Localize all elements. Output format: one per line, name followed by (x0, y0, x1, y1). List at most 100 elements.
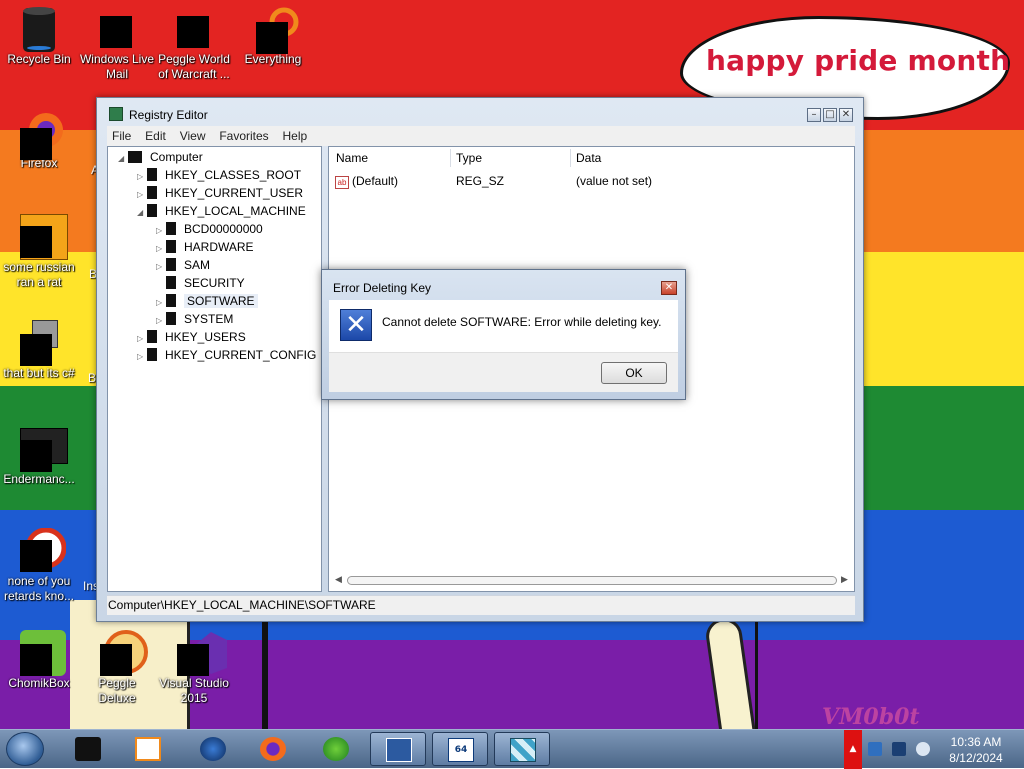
tree-item-computer[interactable]: ◢ Computer (118, 148, 203, 166)
error-dialog[interactable]: Error Deleting Key ✕ ✕ Cannot delete SOF… (321, 269, 686, 400)
taskbar-download-manager[interactable] (308, 732, 364, 766)
desktop-icon-peggle-wow[interactable]: Peggle World of Warcraft ... (155, 6, 233, 82)
desktop-icon-generic-app[interactable]: none of you retards kno... (0, 528, 78, 604)
desktop-icon-firefox[interactable]: Firefox (0, 110, 78, 171)
horizontal-scrollbar[interactable]: ◀ ▶ (333, 574, 851, 588)
window-title: Registry Editor (129, 108, 208, 122)
error-icon: ✕ (340, 309, 372, 341)
error-message: Cannot delete SOFTWARE: Error while dele… (382, 315, 662, 329)
registry-editor-icon (109, 107, 123, 121)
tree-item-hkey-current-user[interactable]: ▷ HKEY_CURRENT_USER (137, 184, 303, 202)
value-name: ab (Default) (335, 174, 398, 189)
rat-app-icon (20, 214, 68, 260)
string-value-icon: ab (335, 176, 349, 189)
show-hidden-icons-button[interactable]: ▲ (844, 730, 862, 769)
column-header-data[interactable]: Data (576, 151, 601, 165)
taskbar-media-player[interactable] (120, 732, 176, 766)
column-separator[interactable] (570, 149, 571, 167)
desktop-icon-chomikbox[interactable]: ChomikBox (0, 630, 78, 691)
folder-icon (147, 204, 157, 217)
menu-edit[interactable]: Edit (140, 126, 171, 143)
desktop-icon-csharp-app[interactable]: that but its c# (0, 320, 78, 381)
download-manager-icon (323, 737, 349, 761)
taskbar-firefox[interactable] (245, 732, 301, 766)
desktop-icon-everything[interactable]: Everything (234, 6, 312, 67)
folder-icon (166, 276, 176, 289)
column-header-name[interactable]: Name (336, 151, 368, 165)
clock-date: 8/12/2024 (949, 751, 1003, 765)
desktop-icon-label: Peggle World of Warcraft ... (158, 52, 230, 81)
desktop-icon-label: some russian ran a rat (3, 260, 75, 289)
visual-studio-icon (177, 630, 227, 676)
tree-item-system[interactable]: ▷ SYSTEM (156, 310, 233, 328)
tree-item-hardware[interactable]: ▷ HARDWARE (156, 238, 254, 256)
taskbar-win7-64[interactable]: 64 (432, 732, 488, 766)
desktop-icon-rat-app[interactable]: some russian ran a rat (0, 214, 78, 290)
tree-item-software[interactable]: ▷ SOFTWARE (156, 292, 258, 310)
tree-item-hkey-local-machine[interactable]: ◢ HKEY_LOCAL_MACHINE (137, 202, 306, 220)
globe-icon (200, 737, 226, 761)
desktop-icon-windows-live-mail[interactable]: Windows Live Mail (78, 6, 156, 82)
window-titlebar[interactable]: Registry Editor – □ ✕ (97, 98, 863, 126)
tree-item-bcd[interactable]: ▷ BCD00000000 (156, 220, 263, 238)
column-separator[interactable] (450, 149, 451, 167)
desktop-icon-endermanch[interactable]: Endermanc... (0, 426, 78, 487)
everything-search-icon (256, 6, 299, 54)
value-data: (value not set) (576, 174, 653, 188)
network-icon[interactable] (868, 742, 882, 756)
tree-item-label: HKEY_CURRENT_CONFIG (165, 348, 317, 362)
collapse-arrow-icon[interactable]: ◢ (137, 204, 147, 222)
csharp-app-icon (20, 320, 58, 366)
dialog-close-button[interactable]: ✕ (661, 281, 677, 295)
column-header-type[interactable]: Type (456, 151, 482, 165)
taskbar-virtualbox[interactable] (370, 732, 426, 766)
close-button[interactable]: ✕ (839, 108, 853, 122)
expand-arrow-icon[interactable]: ▷ (137, 348, 147, 366)
menu-favorites[interactable]: Favorites (214, 126, 273, 143)
minimize-button[interactable]: – (807, 108, 821, 122)
dialog-title: Error Deleting Key (333, 281, 432, 295)
desktop-icon-peggle-deluxe[interactable]: Peggle Deluxe (78, 630, 156, 706)
registry-tree[interactable]: ◢ Computer ▷ HKEY_CLASSES_ROOT ▷ HKEY_CURRE… (107, 146, 322, 592)
maximize-button[interactable]: □ (823, 108, 837, 122)
scroll-right-arrow-icon[interactable]: ▶ (841, 574, 848, 585)
menu-file[interactable]: File (107, 126, 136, 143)
media-player-icon (135, 737, 161, 761)
folder-icon (147, 168, 157, 181)
tree-item-hkey-classes-root[interactable]: ▷ HKEY_CLASSES_ROOT (137, 166, 301, 184)
scrollbar-thumb[interactable] (347, 576, 837, 585)
taskbar-globe[interactable] (185, 732, 241, 766)
menu-help[interactable]: Help (278, 126, 313, 143)
tree-item-hkey-users[interactable]: ▷ HKEY_USERS (137, 328, 246, 346)
collapse-arrow-icon[interactable]: ◢ (118, 150, 128, 168)
menu-view[interactable]: View (175, 126, 211, 143)
speaker-icon[interactable] (892, 742, 906, 756)
start-orb-icon[interactable] (6, 732, 44, 766)
desktop-icon-recycle-bin[interactable]: Recycle Bin (0, 6, 78, 67)
taskbar-computer[interactable] (60, 732, 116, 766)
desktop-icon-visual-studio[interactable]: Visual Studio 2015 (155, 630, 233, 706)
folder-icon (166, 294, 176, 307)
volume-icon[interactable] (916, 742, 930, 756)
tree-item-security[interactable]: SECURITY (156, 274, 245, 292)
recycle-bin-icon (22, 6, 56, 52)
endermanch-folder-icon (20, 426, 68, 472)
tree-item-label-selected: SOFTWARE (184, 294, 258, 308)
tree-item-sam[interactable]: ▷ SAM (156, 256, 210, 274)
folder-icon (166, 240, 176, 253)
tree-item-label: HKEY_USERS (165, 330, 246, 344)
tree-item-label: HKEY_LOCAL_MACHINE (165, 204, 306, 218)
generic-app-icon (20, 528, 66, 572)
vm-watermark: VM0b0t (822, 704, 920, 730)
taskbar-registry-editor[interactable] (494, 732, 550, 766)
ok-button[interactable]: OK (601, 362, 667, 384)
firefox-icon (20, 110, 63, 160)
scroll-left-arrow-icon[interactable]: ◀ (335, 574, 342, 585)
system-clock[interactable]: 10:36 AM 8/12/2024 (940, 734, 1012, 766)
desktop-icon-label: Endermanc... (3, 472, 75, 486)
tree-item-hkey-current-config[interactable]: ▷ HKEY_CURRENT_CONFIG (137, 346, 316, 364)
windows-live-mail-icon (100, 6, 134, 48)
desktop-icon-label: Recycle Bin (7, 52, 71, 66)
registry-editor-icon (510, 738, 536, 762)
speech-bubble-text: happy pride month (706, 44, 1011, 77)
